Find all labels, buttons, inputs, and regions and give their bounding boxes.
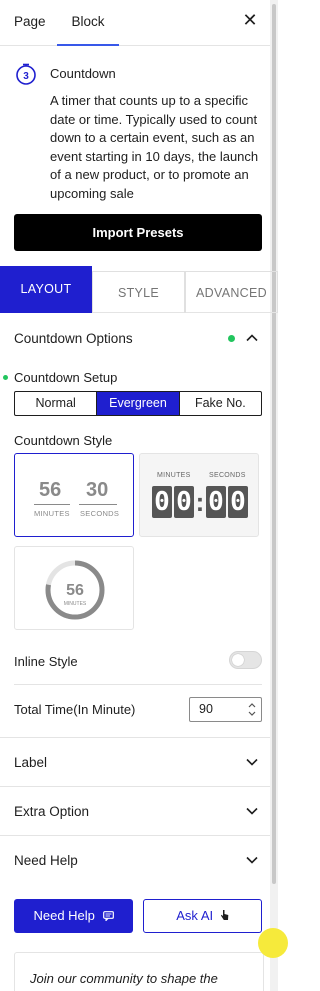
style1-seconds-caption: SECONDS <box>80 509 120 518</box>
style2-minutes-caption: MINUTES <box>157 472 191 479</box>
style1-minutes-divider <box>34 504 70 505</box>
divider <box>14 684 262 685</box>
setup-option-evergreen[interactable]: Evergreen <box>96 392 179 415</box>
pointer-hand-icon <box>220 910 229 920</box>
style2-seconds-caption: SECONDS <box>209 472 246 479</box>
setup-modified-dot <box>3 375 8 380</box>
chevron-down-icon[interactable] <box>246 756 258 768</box>
style3-progress-ring: 56 MINUTES <box>45 560 105 620</box>
divider <box>0 835 270 836</box>
countdown-options-heading[interactable]: Countdown Options <box>14 331 133 346</box>
sidebar-scrollbar[interactable] <box>270 0 278 991</box>
need-help-label: Need Help <box>33 908 95 923</box>
style1-seconds-divider <box>79 504 117 505</box>
panel-extra-option[interactable]: Extra Option <box>14 804 89 819</box>
style2-colon: : <box>195 487 205 517</box>
toggle-knob <box>232 654 244 666</box>
inline-style-label: Inline Style <box>14 654 78 669</box>
community-card: Join our community to shape the <box>14 952 264 991</box>
modified-indicator-dot <box>228 335 235 342</box>
inline-style-toggle[interactable] <box>229 651 262 669</box>
chevron-down-icon[interactable] <box>246 854 258 866</box>
need-help-button[interactable]: Need Help <box>14 899 133 933</box>
style3-value: 56 <box>66 582 84 599</box>
style1-seconds-value: 30 <box>86 479 109 501</box>
ask-ai-label: Ask AI <box>176 908 214 923</box>
import-presets-button[interactable]: Import Presets <box>14 214 262 251</box>
style2-digit: 0 <box>228 486 248 518</box>
community-text: Join our community to shape the <box>30 971 218 986</box>
sidebar-tabs: Page Block ✕ <box>0 0 270 46</box>
svg-text:3: 3 <box>23 71 29 82</box>
style-option-flip[interactable]: 56 30 MINUTES SECONDS <box>14 453 134 537</box>
countdown-style-label: Countdown Style <box>14 433 113 448</box>
ask-ai-button[interactable]: Ask AI <box>143 899 262 933</box>
tab-advanced[interactable]: ADVANCED <box>185 271 278 313</box>
scrollbar-thumb[interactable] <box>272 4 276 884</box>
style1-minutes-value: 56 <box>39 479 62 501</box>
tab-style[interactable]: STYLE <box>92 271 185 313</box>
block-title: Countdown <box>50 66 116 81</box>
style-option-circle[interactable]: 56 MINUTES <box>14 546 134 630</box>
style1-minutes-caption: MINUTES <box>34 509 70 518</box>
style2-digit: 0 <box>174 486 194 518</box>
number-spinner-icon[interactable] <box>247 701 257 718</box>
panel-need-help[interactable]: Need Help <box>14 853 78 868</box>
tab-layout[interactable]: LAYOUT <box>0 266 92 313</box>
style-option-digital[interactable]: MINUTES SECONDS 0 0 : 0 0 <box>139 453 259 537</box>
countdown-setup-selector: Normal Evergreen Fake No. <box>14 391 262 416</box>
style2-digit: 0 <box>206 486 226 518</box>
panel-label[interactable]: Label <box>14 755 47 770</box>
divider <box>0 786 270 787</box>
total-time-input[interactable]: 90 <box>189 697 262 722</box>
tab-block[interactable]: Block <box>57 0 119 46</box>
style2-digit: 0 <box>152 486 172 518</box>
total-time-label: Total Time(In Minute) <box>14 702 136 717</box>
setup-option-normal[interactable]: Normal <box>15 392 96 415</box>
setup-option-fake-no[interactable]: Fake No. <box>178 392 261 415</box>
total-time-value: 90 <box>199 702 213 716</box>
style3-caption: MINUTES <box>64 601 87 607</box>
chevron-up-icon[interactable] <box>246 332 258 344</box>
inspector-tabs: LAYOUT STYLE ADVANCED <box>0 266 278 313</box>
floating-help-widget[interactable] <box>258 928 288 958</box>
stopwatch-icon: 3 <box>16 63 36 85</box>
tab-page[interactable]: Page <box>14 0 46 46</box>
close-icon[interactable]: ✕ <box>240 10 260 30</box>
divider <box>0 737 270 738</box>
countdown-setup-label: Countdown Setup <box>14 370 118 385</box>
block-description: A timer that counts up to a specific dat… <box>50 93 259 201</box>
chat-icon <box>102 911 114 922</box>
chevron-down-icon[interactable] <box>246 805 258 817</box>
